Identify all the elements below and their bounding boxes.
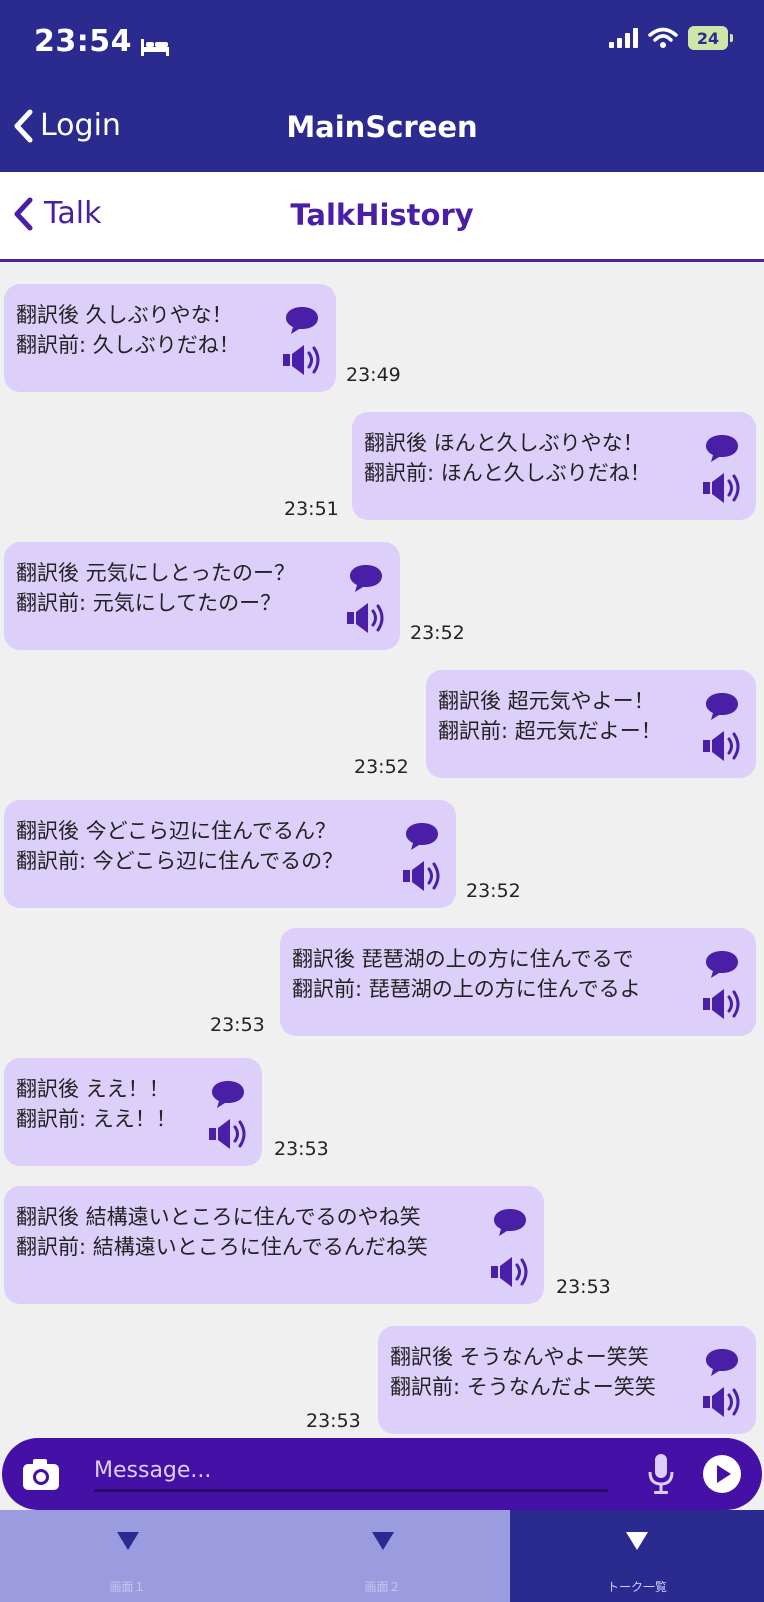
back-to-talk-button[interactable]: Talk xyxy=(12,196,101,231)
chat-history[interactable]: 翻訳後 久しぶりやな！ 翻訳前: 久しぶりだね！ 23:49 翻訳後 ほんと久し… xyxy=(0,262,764,1438)
speaker-icon[interactable] xyxy=(702,986,746,1022)
message-timestamp: 23:52 xyxy=(410,622,465,644)
speaker-icon[interactable] xyxy=(702,470,746,506)
message-timestamp: 23:53 xyxy=(556,1276,611,1298)
message-translated-text: 翻訳後 ええ！！ xyxy=(16,1077,170,1101)
message-translated-text: 翻訳後 ほんと久しぶりやな！ xyxy=(364,431,644,455)
chat-bubble-icon[interactable] xyxy=(704,690,740,722)
tab-label: 画面２ xyxy=(364,1580,401,1594)
message-translated-text: 翻訳後 そうなんやよー笑笑 xyxy=(390,1345,649,1369)
message-bubble: 翻訳後 ほんと久しぶりやな！ 翻訳前: ほんと久しぶりだね！ xyxy=(352,412,756,520)
message-original-text: 翻訳前: 結構遠いところに住んでるんだね笑 xyxy=(16,1235,428,1259)
message-bubble: 翻訳後 元気にしとったのー？ 翻訳前: 元気にしてたのー？ xyxy=(4,542,400,650)
status-bar: 23:54 24 xyxy=(0,0,764,84)
chat-bubble-icon[interactable] xyxy=(492,1206,528,1238)
message-original-text: 翻訳前: そうなんだよー笑笑 xyxy=(390,1375,656,1399)
speaker-icon[interactable] xyxy=(346,600,390,636)
message-bubble: 翻訳後 そうなんやよー笑笑 翻訳前: そうなんだよー笑笑 xyxy=(378,1326,756,1434)
app-header: 23:54 24 Login MainScreen xyxy=(0,0,764,172)
speaker-icon[interactable] xyxy=(208,1116,252,1152)
message-translated-text: 翻訳後 元気にしとったのー？ xyxy=(16,561,296,585)
message-bubble: 翻訳後 今どこら辺に住んでるん？ 翻訳前: 今どこら辺に住んでるの？ xyxy=(4,800,456,908)
message-timestamp: 23:53 xyxy=(210,1014,265,1036)
sub-nav-bar: Talk TalkHistory xyxy=(0,172,764,262)
tab-talk-list[interactable]: トーク一覧 xyxy=(510,1510,764,1602)
speaker-icon[interactable] xyxy=(702,1384,746,1420)
back-to-talk-label: Talk xyxy=(44,196,102,231)
main-nav-bar: Login MainScreen xyxy=(0,100,764,160)
message-composer xyxy=(2,1438,762,1510)
message-timestamp: 23:53 xyxy=(306,1410,361,1432)
status-time-text: 23:54 xyxy=(34,24,132,59)
back-to-login-button[interactable]: Login xyxy=(12,108,121,143)
message-bubble: 翻訳後 超元気やよー！ 翻訳前: 超元気だよー！ xyxy=(426,670,756,778)
wifi-icon xyxy=(648,27,678,49)
back-to-login-label: Login xyxy=(40,108,121,143)
speaker-icon[interactable] xyxy=(282,342,326,378)
status-indicators: 24 xyxy=(608,26,733,50)
talk-history-title: TalkHistory xyxy=(290,198,474,232)
message-original-text: 翻訳前: 超元気だよー！ xyxy=(438,719,662,743)
triangle-down-icon xyxy=(371,1532,394,1550)
message-bubble: 翻訳後 琵琶湖の上の方に住んでるで 翻訳前: 琵琶湖の上の方に住んでるよ xyxy=(280,928,756,1036)
message-timestamp: 23:53 xyxy=(274,1138,329,1160)
speaker-icon[interactable] xyxy=(402,858,446,894)
message-bubble: 翻訳後 結構遠いところに住んでるのやね笑 翻訳前: 結構遠いところに住んでるんだ… xyxy=(4,1186,544,1304)
chat-bubble-icon[interactable] xyxy=(704,948,740,980)
bottom-tab-bar: 画面１ 画面２ トーク一覧 xyxy=(0,1510,764,1602)
chat-bubble-icon[interactable] xyxy=(210,1078,246,1110)
bed-icon xyxy=(140,31,170,56)
triangle-down-icon xyxy=(626,1532,648,1550)
message-timestamp: 23:52 xyxy=(466,880,521,902)
message-translated-text: 翻訳後 琵琶湖の上の方に住んでるで xyxy=(292,947,634,971)
message-original-text: 翻訳前: 今どこら辺に住んでるの？ xyxy=(16,849,344,873)
message-original-text: 翻訳前: 琵琶湖の上の方に住んでるよ xyxy=(292,977,641,1001)
chat-bubble-icon[interactable] xyxy=(704,432,740,464)
microphone-icon[interactable] xyxy=(646,1452,676,1496)
message-timestamp: 23:52 xyxy=(354,756,409,778)
triangle-down-icon xyxy=(116,1532,139,1550)
chat-bubble-icon[interactable] xyxy=(404,820,440,852)
message-translated-text: 翻訳後 今どこら辺に住んでるん？ xyxy=(16,819,336,843)
message-timestamp: 23:49 xyxy=(346,364,401,386)
tab-label: 画面１ xyxy=(109,1580,146,1594)
tab-screen-2[interactable]: 画面２ xyxy=(255,1510,510,1602)
tab-label: トーク一覧 xyxy=(606,1580,667,1594)
camera-icon[interactable] xyxy=(20,1454,62,1494)
message-bubble: 翻訳後 ええ！！ 翻訳前: ええ！！ xyxy=(4,1058,262,1166)
chat-bubble-icon[interactable] xyxy=(348,562,384,594)
status-time: 23:54 xyxy=(34,24,170,59)
signal-icon xyxy=(608,27,638,49)
message-original-text: 翻訳前: 久しぶりだね！ xyxy=(16,333,240,357)
chevron-left-icon xyxy=(12,197,34,231)
battery-icon: 24 xyxy=(688,26,733,50)
message-input[interactable] xyxy=(94,1452,608,1492)
message-bubble: 翻訳後 久しぶりやな！ 翻訳前: 久しぶりだね！ xyxy=(4,284,336,392)
chat-bubble-icon[interactable] xyxy=(284,304,320,336)
chevron-left-icon xyxy=(12,109,34,143)
speaker-icon[interactable] xyxy=(490,1254,534,1290)
send-icon[interactable] xyxy=(702,1454,742,1494)
message-translated-text: 翻訳後 久しぶりやな！ xyxy=(16,303,233,327)
message-timestamp: 23:51 xyxy=(284,498,339,520)
message-translated-text: 翻訳後 超元気やよー！ xyxy=(438,689,655,713)
tab-screen-1[interactable]: 画面１ xyxy=(0,1510,255,1602)
message-original-text: 翻訳前: ええ！！ xyxy=(16,1107,177,1131)
speaker-icon[interactable] xyxy=(702,728,746,764)
message-original-text: 翻訳前: 元気にしてたのー？ xyxy=(16,591,282,615)
message-original-text: 翻訳前: ほんと久しぶりだね！ xyxy=(364,461,651,485)
message-translated-text: 翻訳後 結構遠いところに住んでるのやね笑 xyxy=(16,1205,421,1229)
chat-bubble-icon[interactable] xyxy=(704,1346,740,1378)
